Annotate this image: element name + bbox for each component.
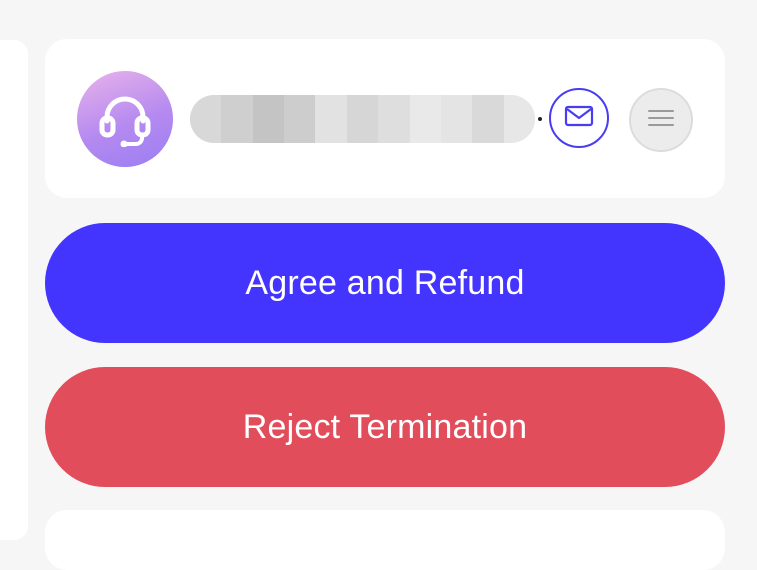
name-separator-dot: [538, 117, 542, 121]
agree-and-refund-button[interactable]: Agree and Refund: [45, 223, 725, 343]
agree-and-refund-label: Agree and Refund: [245, 263, 525, 302]
more-menu-button[interactable]: [629, 88, 693, 152]
reject-termination-label: Reject Termination: [242, 407, 528, 446]
bottom-card: [45, 510, 725, 570]
envelope-icon: [564, 104, 594, 133]
hamburger-menu-icon: [648, 108, 674, 133]
contact-name-redacted: [190, 95, 535, 143]
avatar: [77, 71, 173, 167]
contact-card: [45, 39, 725, 198]
headset-icon: [97, 91, 153, 147]
side-panel: [0, 40, 28, 540]
reject-termination-button[interactable]: Reject Termination: [45, 367, 725, 487]
message-button[interactable]: [549, 88, 609, 148]
